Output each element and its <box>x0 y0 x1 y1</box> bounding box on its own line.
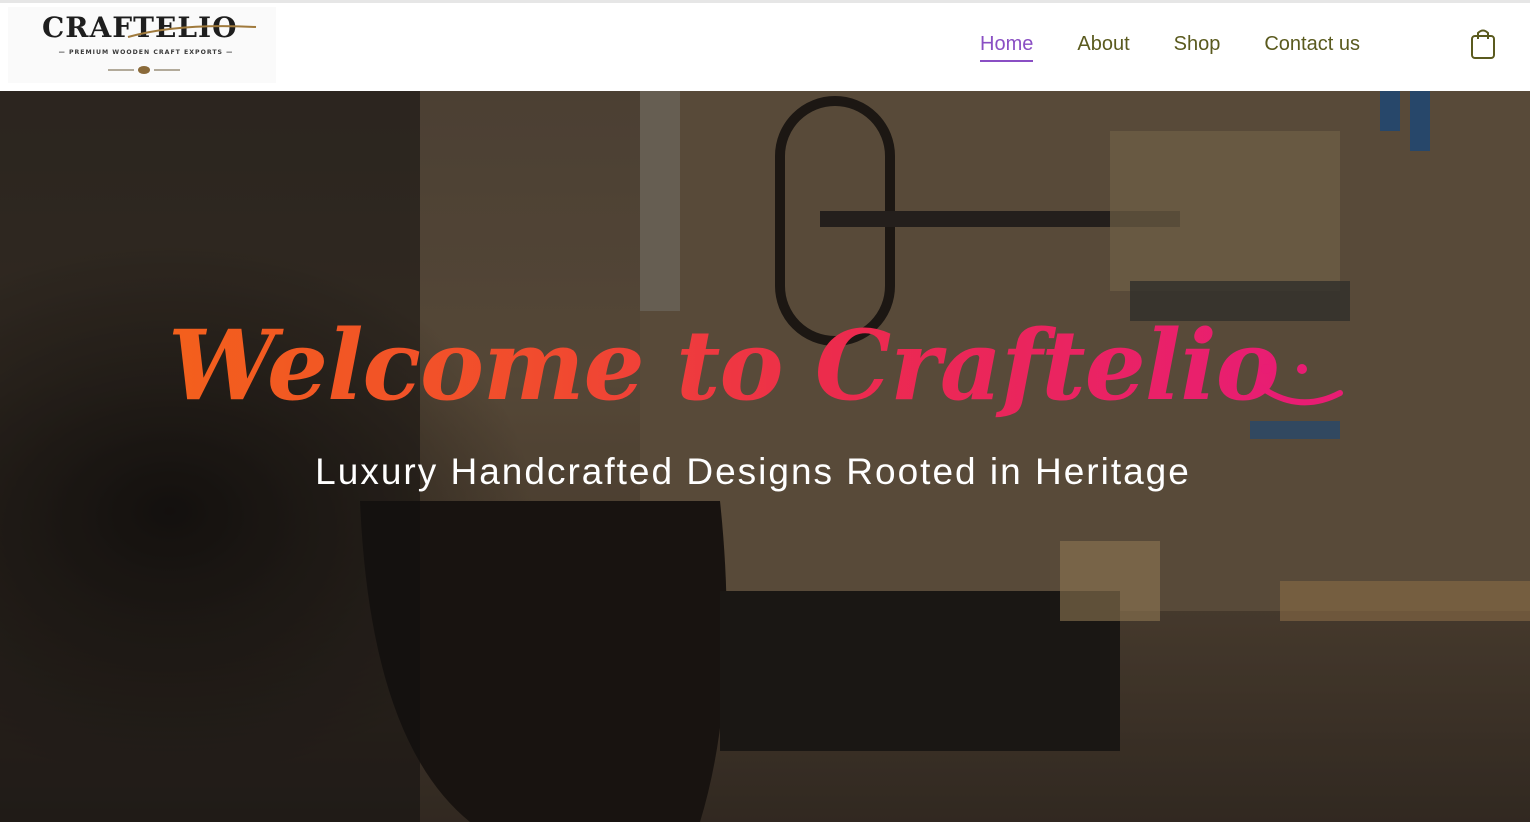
brand-logo[interactable]: CRAFTELIO — PREMIUM WOODEN CRAFT EXPORTS… <box>8 7 276 83</box>
cart-button[interactable] <box>1468 27 1498 61</box>
nav-shop[interactable]: Shop <box>1174 33 1221 62</box>
brand-tagline: — PREMIUM WOODEN CRAFT EXPORTS — <box>58 49 234 56</box>
shopping-bag-icon <box>1471 29 1495 59</box>
nav-contact[interactable]: Contact us <box>1264 33 1360 62</box>
nav-about[interactable]: About <box>1077 33 1129 62</box>
hero-subtitle: Luxury Handcrafted Designs Rooted in Her… <box>315 451 1191 492</box>
hero-title: Welcome to Craftelio <box>168 309 1280 422</box>
leaf-ornament-icon <box>108 66 180 74</box>
nav-home[interactable]: Home <box>980 33 1034 62</box>
hero-section: Welcome to Craftelio Luxury Handcrafted … <box>0 91 1530 822</box>
site-header: CRAFTELIO — PREMIUM WOODEN CRAFT EXPORTS… <box>0 3 1530 91</box>
smiley-icon <box>1255 364 1343 406</box>
main-nav: Home About Shop Contact us <box>960 3 1404 91</box>
swoosh-icon <box>127 25 257 38</box>
